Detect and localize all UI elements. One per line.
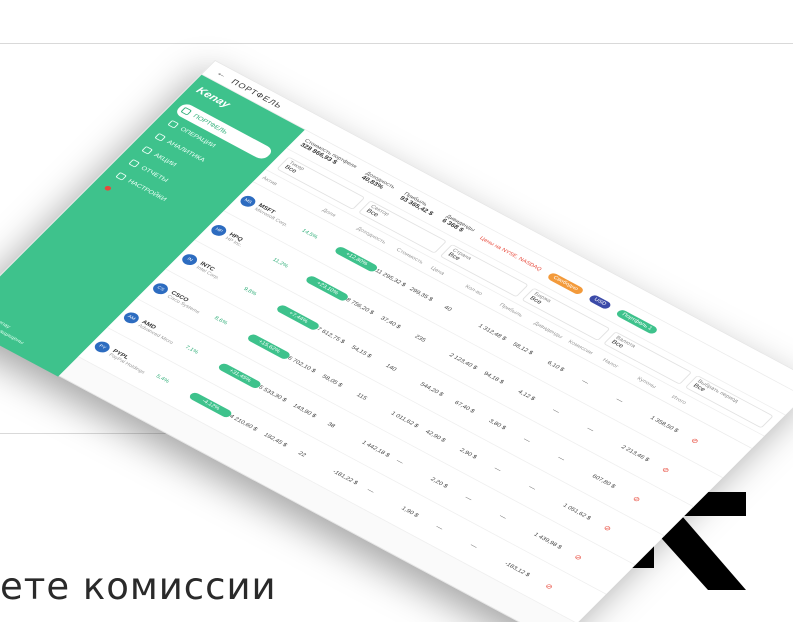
alert-dot-icon [103,185,113,192]
value-cell: 11 295,32 $ [373,267,408,288]
coupons-cell: — [585,425,596,433]
price-cell: 143,90 $ [291,402,318,419]
price-cell: 299,35 $ [408,286,435,303]
share-cell: 8,6% [212,315,229,326]
share-cell: 5,4% [154,374,171,385]
star-icon [141,145,154,155]
tax-cell: — [434,523,445,532]
sidebar-item-label: АКЦИИ [152,152,178,168]
asset-name: AMD Advanced Micro [137,319,179,345]
gear-icon [115,172,128,181]
profit-cell: 544,20 $ [418,381,445,398]
qty-cell: 38 [326,421,337,429]
yield-badge: +23,10% [304,274,351,303]
value-cell: 4 210,60 $ [228,413,259,432]
profit-cell: 1 312,48 $ [477,322,508,342]
profit-cell: 1 011,62 $ [389,410,421,429]
chart-icon [154,132,167,142]
app-screenshot: ← ПОРТФЕЛЬ Kenay ПОРТФЕЛЬ ОПЕРАЦИИ АНАЛИТИ… [0,60,793,622]
total-cell: 2 213,46 $ [619,444,651,463]
qty-cell: 40 [442,304,454,313]
currency-chip[interactable]: USD [587,293,614,311]
delete-icon[interactable]: ⊘ [563,547,594,566]
coupons-cell: — [468,542,479,550]
asset-name: CSCO Cisco Systems [166,290,205,315]
total-cell: 607,80 $ [590,473,617,490]
value-cell: 5 533,30 $ [257,384,289,403]
value-cell: 6 702,10 $ [286,355,318,374]
asset-name: INTC Intel Corp. [195,261,225,281]
profit-cell: 2 123,40 $ [447,352,479,371]
share-cell: 7,1% [183,345,200,356]
qty-cell: 235 [413,333,428,343]
delete-icon[interactable]: ⊘ [621,489,652,508]
qty-cell: 140 [384,362,399,373]
fees-cell: 6,10 $ [545,359,566,373]
asset-name: HPQ HP Inc. [224,231,247,247]
tax-cell: — [580,378,591,386]
coupons-cell: — [498,513,509,521]
qty-cell: 22 [296,450,308,458]
profit-cell: -181,22 $ [331,468,360,486]
fees-cell: 3,80 $ [487,417,508,431]
share-cell: 14,5% [300,228,319,240]
delete-icon[interactable]: ⊘ [592,518,623,537]
tax-cell: — [522,436,532,444]
fees-cell: 2,20 $ [429,476,450,489]
dividends-cell: 94,18 $ [482,370,506,385]
asset-name: PYPL PayPal Holdings [108,348,151,375]
fees-cell: 1,90 $ [400,505,421,519]
share-cell: 11,2% [271,257,290,269]
coupons-cell: — [614,396,625,404]
price-cell: 58,05 $ [320,373,344,388]
profit-cell: 1 442,18 $ [360,439,392,458]
dividends-cell: — [365,486,376,495]
refresh-icon [167,119,180,129]
value-cell: 7 612,75 $ [315,325,347,345]
total-cell: 1 358,50 $ [649,414,680,434]
arrow-left-icon[interactable]: ← [214,69,229,80]
total-cell: -183,12 $ [503,560,532,578]
dividends-cell: — [394,457,405,466]
price-cell: 37,40 $ [379,315,403,330]
fees-cell: 4,12 $ [516,388,537,402]
fees-cell: 2,90 $ [458,447,479,460]
asset-name: MSFT Microsoft Corp. [253,202,293,227]
price-cell: 192,45 $ [262,431,289,448]
coupons-cell: — [527,483,538,492]
yield-badge: +12,80% [333,245,380,273]
tax-cell: — [463,494,474,502]
tax-cell: — [551,407,562,415]
yield-badge: -4,12% [187,391,234,419]
qty-cell: 115 [355,391,369,402]
price-cell: 54,15 $ [350,344,374,359]
yield-badge: +15,62% [245,333,292,361]
total-cell: 1 439,98 $ [532,531,564,550]
dividends-cell: 42,90 $ [424,428,448,444]
app-screenshot-wrapper: ← ПОРТФЕЛЬ Kenay ПОРТФЕЛЬ ОПЕРАЦИИ АНАЛИТИ… [0,0,793,622]
total-cell: 1 051,62 $ [561,502,593,521]
delete-icon[interactable]: ⊘ [650,460,681,479]
sidebar-footer: © 2021 Kenay Все права защищены [0,308,31,347]
yield-badge: +31,45% [216,362,263,390]
dividends-cell: 58,12 $ [511,341,535,356]
briefcase-icon [180,106,193,116]
delete-icon[interactable]: ⊘ [534,577,565,596]
report-icon [128,158,141,168]
yield-badge: +7,44% [275,303,321,332]
delete-icon[interactable]: ⊘ [679,431,710,450]
tax-cell: — [492,465,503,473]
value-cell: 8 756,20 $ [344,296,376,316]
dividends-cell: 67,40 $ [453,399,477,414]
coupons-cell: — [556,454,567,463]
share-cell: 9,8% [241,286,258,297]
